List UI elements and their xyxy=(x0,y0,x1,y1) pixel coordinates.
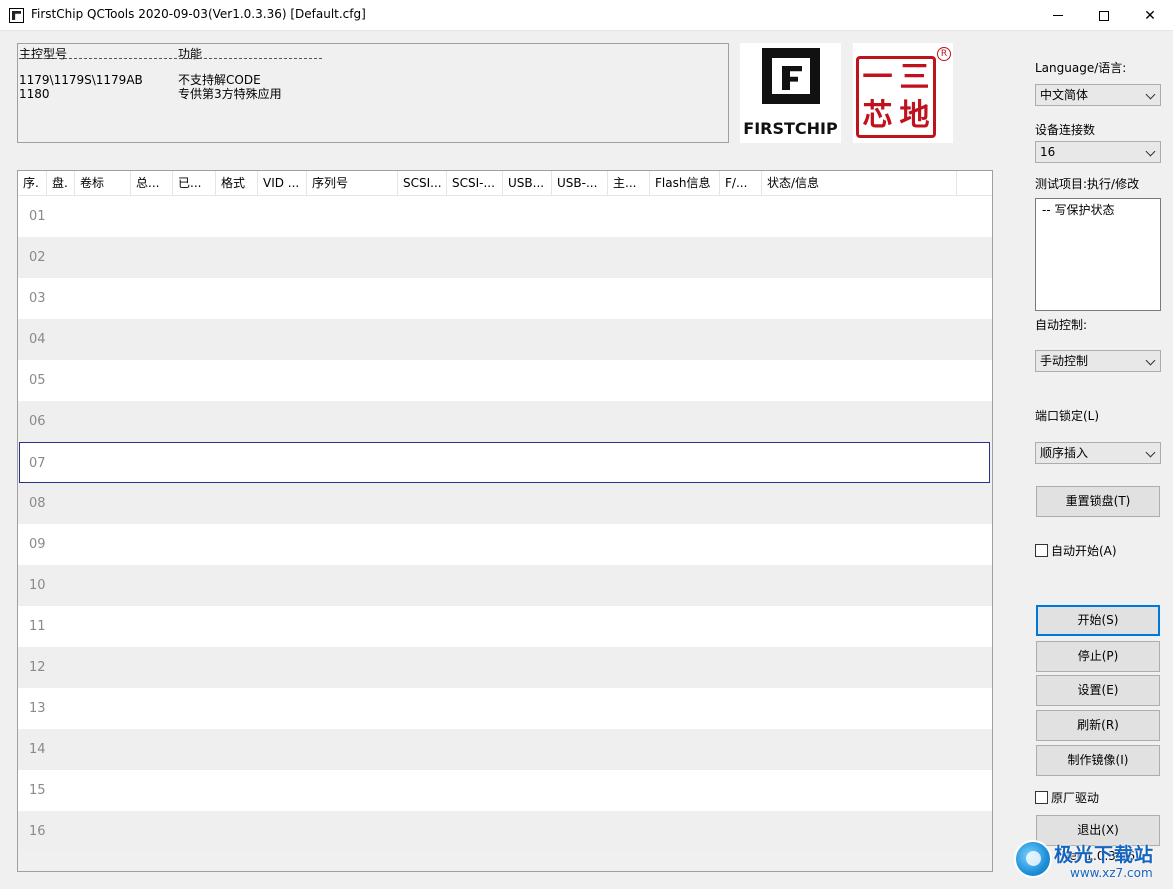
table-row[interactable]: 05 xyxy=(18,360,992,401)
original-driver-label: 原厂驱动 xyxy=(1051,791,1100,805)
device-count-value: 16 xyxy=(1040,145,1056,159)
language-select-value: 中文简体 xyxy=(1040,88,1089,102)
window-title: FirstChip QCTools 2020-09-03(Ver1.0.3.36… xyxy=(31,7,366,21)
column-header[interactable]: SCSI-... xyxy=(447,171,503,196)
controller-info-panel: 主控型号 功能 1179\1179S\1179AB 不支持解CODE 1180 … xyxy=(17,43,729,143)
device-table[interactable]: 序. 盘. 卷标 总... 已... 格式 VID ... 序列号 SCSI..… xyxy=(17,170,993,872)
table-row[interactable]: 15 xyxy=(18,770,992,811)
column-header[interactable]: VID ... xyxy=(258,171,307,196)
info-feature: 专供第3方特殊应用 xyxy=(178,87,282,101)
close-button[interactable]: ✕ xyxy=(1127,0,1173,31)
chevron-down-icon xyxy=(1145,146,1156,157)
table-row[interactable]: 14 xyxy=(18,729,992,770)
table-row[interactable]: 13 xyxy=(18,688,992,729)
table-row[interactable]: 09 xyxy=(18,524,992,565)
auto-start-label: 自动开始(A) xyxy=(1051,544,1117,558)
language-label: Language/语言: xyxy=(1035,61,1127,75)
minimize-icon xyxy=(1053,15,1063,16)
original-driver-checkbox[interactable]: 原厂驱动 xyxy=(1035,789,1099,806)
table-row[interactable]: 04 xyxy=(18,319,992,360)
info-model: 1179\1179S\1179AB xyxy=(19,73,143,87)
language-select[interactable]: 中文简体 xyxy=(1035,84,1161,106)
seal-stamp: 一 三 芯 地 xyxy=(856,56,936,138)
column-header[interactable]: 盘. xyxy=(47,171,75,196)
minimize-button[interactable] xyxy=(1035,0,1081,31)
firstchip-mark-icon xyxy=(762,48,820,104)
app-icon xyxy=(9,8,24,23)
firstchip-logo-text: FIRSTCHIP xyxy=(743,119,838,138)
maximize-button[interactable] xyxy=(1081,0,1127,31)
registered-icon: R xyxy=(937,47,951,61)
reset-lock-button[interactable]: 重置锁盘(T) xyxy=(1036,486,1160,517)
seal-char: 芯 xyxy=(862,98,893,133)
table-row[interactable]: 08 xyxy=(18,483,992,524)
watermark-logo-icon xyxy=(1014,840,1052,878)
column-header[interactable]: 序. xyxy=(18,171,47,196)
table-header: 序. 盘. 卷标 总... 已... 格式 VID ... 序列号 SCSI..… xyxy=(18,171,992,196)
refresh-button[interactable]: 刷新(R) xyxy=(1036,710,1160,741)
close-icon: ✕ xyxy=(1144,7,1156,24)
chevron-down-icon xyxy=(1145,447,1156,458)
seal-char: 一 xyxy=(862,60,893,95)
table-row[interactable]: 03 xyxy=(18,278,992,319)
stop-button[interactable]: 停止(P) xyxy=(1036,641,1160,672)
test-items-list[interactable]: -- 写保护状态 xyxy=(1035,198,1161,311)
auto-control-label: 自动控制: xyxy=(1035,318,1088,332)
column-header[interactable]: 卷标 xyxy=(75,171,131,196)
checkbox-icon[interactable] xyxy=(1035,544,1048,557)
column-header[interactable]: 状态/信息 xyxy=(762,171,957,196)
column-header[interactable]: USB... xyxy=(503,171,552,196)
seal-char: 地 xyxy=(899,98,930,133)
seal-logo: 一 三 芯 地 R xyxy=(853,43,953,143)
table-row[interactable]: 06 xyxy=(18,401,992,442)
checkbox-icon[interactable] xyxy=(1035,791,1048,804)
column-header[interactable]: 主... xyxy=(608,171,650,196)
firstchip-logo: FIRSTCHIP xyxy=(740,43,841,143)
column-header[interactable]: SCSI... xyxy=(398,171,447,196)
maximize-icon xyxy=(1099,10,1109,21)
info-divider xyxy=(19,58,322,59)
info-feature: 不支持解CODE xyxy=(178,73,261,87)
table-row[interactable]: 02 xyxy=(18,237,992,278)
table-row[interactable]: 01 xyxy=(18,196,992,237)
info-row: 1179\1179S\1179AB 不支持解CODE xyxy=(19,73,261,87)
chevron-down-icon xyxy=(1145,355,1156,366)
column-header[interactable]: 格式 xyxy=(216,171,258,196)
column-header[interactable]: USB-... xyxy=(552,171,608,196)
port-lock-value: 顺序插入 xyxy=(1040,446,1089,460)
table-row[interactable]: 12 xyxy=(18,647,992,688)
table-row[interactable]: 16 xyxy=(18,811,992,852)
info-model: 1180 xyxy=(19,87,50,101)
list-item[interactable]: -- 写保护状态 xyxy=(1042,201,1160,218)
settings-button[interactable]: 设置(E) xyxy=(1036,675,1160,706)
column-header[interactable]: Flash信息 xyxy=(650,171,720,196)
column-header[interactable]: 序列号 xyxy=(307,171,398,196)
auto-start-checkbox[interactable]: 自动开始(A) xyxy=(1035,542,1117,559)
chevron-down-icon xyxy=(1145,89,1156,100)
device-count-select[interactable]: 16 xyxy=(1035,141,1161,163)
column-header[interactable]: 总... xyxy=(131,171,173,196)
device-count-label: 设备连接数 xyxy=(1035,123,1096,137)
table-row[interactable]: 10 xyxy=(18,565,992,606)
column-header[interactable]: F/... xyxy=(720,171,762,196)
title-bar: FirstChip QCTools 2020-09-03(Ver1.0.3.36… xyxy=(0,0,1173,31)
auto-control-select[interactable]: 手动控制 xyxy=(1035,350,1161,372)
table-row-selected[interactable]: 07 xyxy=(19,442,990,483)
port-lock-label: 端口锁定(L) xyxy=(1035,409,1100,423)
watermark-title: 极光下载站 xyxy=(1054,844,1155,866)
info-header-feature: 功能 xyxy=(178,47,203,61)
make-image-button[interactable]: 制作镜像(I) xyxy=(1036,745,1160,776)
start-button[interactable]: 开始(S) xyxy=(1036,605,1160,636)
info-row: 1180 专供第3方特殊应用 xyxy=(19,87,282,101)
watermark: 极光下载站 www.xz7.com xyxy=(1012,832,1162,884)
test-items-label: 测试项目:执行/修改 xyxy=(1035,177,1140,191)
watermark-subtitle: www.xz7.com xyxy=(1070,866,1153,880)
column-header[interactable]: 已... xyxy=(173,171,216,196)
auto-control-value: 手动控制 xyxy=(1040,354,1089,368)
table-row[interactable]: 11 xyxy=(18,606,992,647)
port-lock-select[interactable]: 顺序插入 xyxy=(1035,442,1161,464)
seal-char: 三 xyxy=(899,60,930,95)
info-header-model: 主控型号 xyxy=(19,47,68,61)
